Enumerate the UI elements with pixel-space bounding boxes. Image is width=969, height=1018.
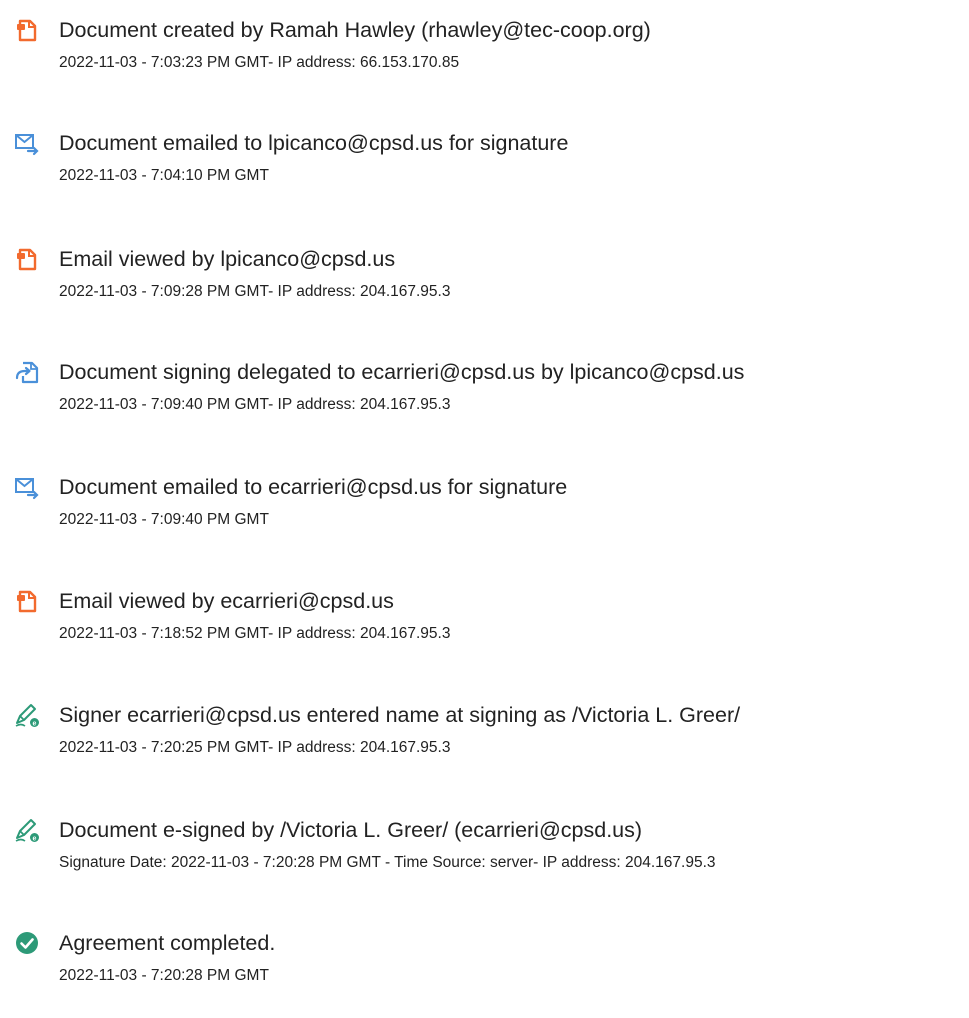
event-email-viewed: Email viewed by ecarrieri@cpsd.us 2022-1… bbox=[0, 586, 969, 676]
event-email-sent: Document emailed to ecarrieri@cpsd.us fo… bbox=[0, 472, 969, 562]
svg-text:e: e bbox=[33, 835, 37, 842]
event-title: Document signing delegated to ecarrieri@… bbox=[59, 360, 745, 384]
event-title: Document emailed to ecarrieri@cpsd.us fo… bbox=[59, 475, 568, 499]
event-detail: 2022-11-03 - 7:04:10 PM GMT bbox=[59, 167, 269, 184]
event-title: Agreement completed. bbox=[59, 931, 276, 955]
event-name-entered: e Signer ecarrieri@cpsd.us entered name … bbox=[0, 700, 969, 790]
event-title: Document created by Ramah Hawley (rhawle… bbox=[59, 18, 651, 42]
document-viewed-icon bbox=[14, 246, 40, 272]
event-title: Email viewed by ecarrieri@cpsd.us bbox=[59, 589, 394, 613]
event-detail: 2022-11-03 - 7:20:25 PM GMT- IP address:… bbox=[59, 739, 451, 756]
event-agreement-completed: Agreement completed. 2022-11-03 - 7:20:2… bbox=[0, 928, 969, 1018]
event-detail: 2022-11-03 - 7:03:23 PM GMT- IP address:… bbox=[59, 54, 460, 71]
event-e-signed: e Document e-signed by /Victoria L. Gree… bbox=[0, 815, 969, 905]
event-detail: 2022-11-03 - 7:09:40 PM GMT bbox=[59, 511, 269, 528]
signature-pen-icon: e bbox=[14, 702, 40, 728]
event-title: Email viewed by lpicanco@cpsd.us bbox=[59, 247, 396, 271]
signature-pen-icon: e bbox=[14, 817, 40, 843]
event-detail: 2022-11-03 - 7:09:40 PM GMT- IP address:… bbox=[59, 396, 451, 413]
email-sent-icon bbox=[14, 474, 40, 500]
event-email-sent: Document emailed to lpicanco@cpsd.us for… bbox=[0, 128, 969, 218]
event-detail: 2022-11-03 - 7:18:52 PM GMT- IP address:… bbox=[59, 625, 451, 642]
document-viewed-icon bbox=[14, 588, 40, 614]
event-title: Document e-signed by /Victoria L. Greer/… bbox=[59, 818, 643, 842]
event-email-viewed: Email viewed by lpicanco@cpsd.us 2022-11… bbox=[0, 244, 969, 334]
document-created-icon bbox=[14, 17, 40, 43]
event-title: Document emailed to lpicanco@cpsd.us for… bbox=[59, 131, 569, 155]
event-title: Signer ecarrieri@cpsd.us entered name at… bbox=[59, 703, 741, 727]
svg-text:e: e bbox=[33, 720, 37, 727]
delegate-icon bbox=[14, 359, 40, 385]
event-detail: 2022-11-03 - 7:09:28 PM GMT- IP address:… bbox=[59, 283, 451, 300]
event-detail: Signature Date: 2022-11-03 - 7:20:28 PM … bbox=[59, 854, 716, 871]
event-detail: 2022-11-03 - 7:20:28 PM GMT bbox=[59, 967, 269, 984]
email-sent-icon bbox=[14, 130, 40, 156]
event-signing-delegated: Document signing delegated to ecarrieri@… bbox=[0, 357, 969, 447]
event-document-created: Document created by Ramah Hawley (rhawle… bbox=[0, 15, 969, 105]
check-circle-icon bbox=[14, 930, 40, 956]
